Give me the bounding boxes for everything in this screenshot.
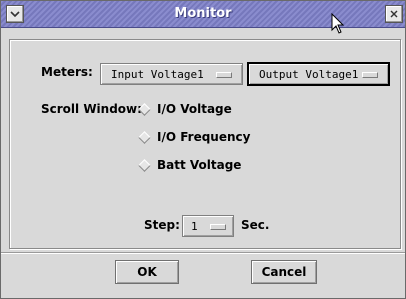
radio-batt-voltage[interactable]: Batt Voltage bbox=[138, 157, 241, 173]
step-value: 1 bbox=[191, 220, 198, 233]
radio-io-voltage[interactable]: I/O Voltage bbox=[138, 101, 232, 117]
step-label: Step: bbox=[144, 218, 180, 232]
mouse-cursor-icon bbox=[331, 13, 345, 34]
step-option-menu[interactable]: 1 bbox=[182, 215, 234, 237]
button-separator bbox=[1, 252, 405, 254]
meter2-option-menu[interactable]: Output Voltage1 bbox=[247, 62, 390, 86]
radio-diamond-icon[interactable] bbox=[138, 158, 151, 172]
radio-diamond-icon[interactable] bbox=[138, 102, 151, 116]
scroll-window-label: Scroll Window: bbox=[41, 102, 142, 116]
meter1-value: Input Voltage1 bbox=[111, 68, 204, 81]
meter2-value: Output Voltage1 bbox=[259, 68, 359, 81]
option-menu-indicator-icon bbox=[362, 72, 378, 78]
radio-io-frequency[interactable]: I/O Frequency bbox=[138, 129, 250, 145]
title-bar[interactable]: Monitor bbox=[1, 1, 405, 34]
radio-label: Batt Voltage bbox=[157, 158, 242, 172]
radio-label: I/O Voltage bbox=[157, 102, 232, 116]
step-unit-label: Sec. bbox=[241, 218, 270, 232]
option-menu-indicator-icon bbox=[216, 72, 232, 78]
cancel-button[interactable]: Cancel bbox=[251, 260, 317, 284]
close-icon bbox=[390, 10, 398, 18]
close-button[interactable] bbox=[385, 5, 403, 23]
radio-label: I/O Frequency bbox=[157, 130, 251, 144]
radio-diamond-icon[interactable] bbox=[138, 130, 151, 144]
meter1-option-menu[interactable]: Input Voltage1 bbox=[100, 63, 243, 85]
option-menu-indicator-icon bbox=[210, 224, 226, 230]
meters-label: Meters: bbox=[41, 65, 93, 79]
ok-button[interactable]: OK bbox=[115, 260, 179, 284]
monitor-dialog: Monitor Meters: Input Voltage1 Output Vo… bbox=[0, 0, 406, 299]
